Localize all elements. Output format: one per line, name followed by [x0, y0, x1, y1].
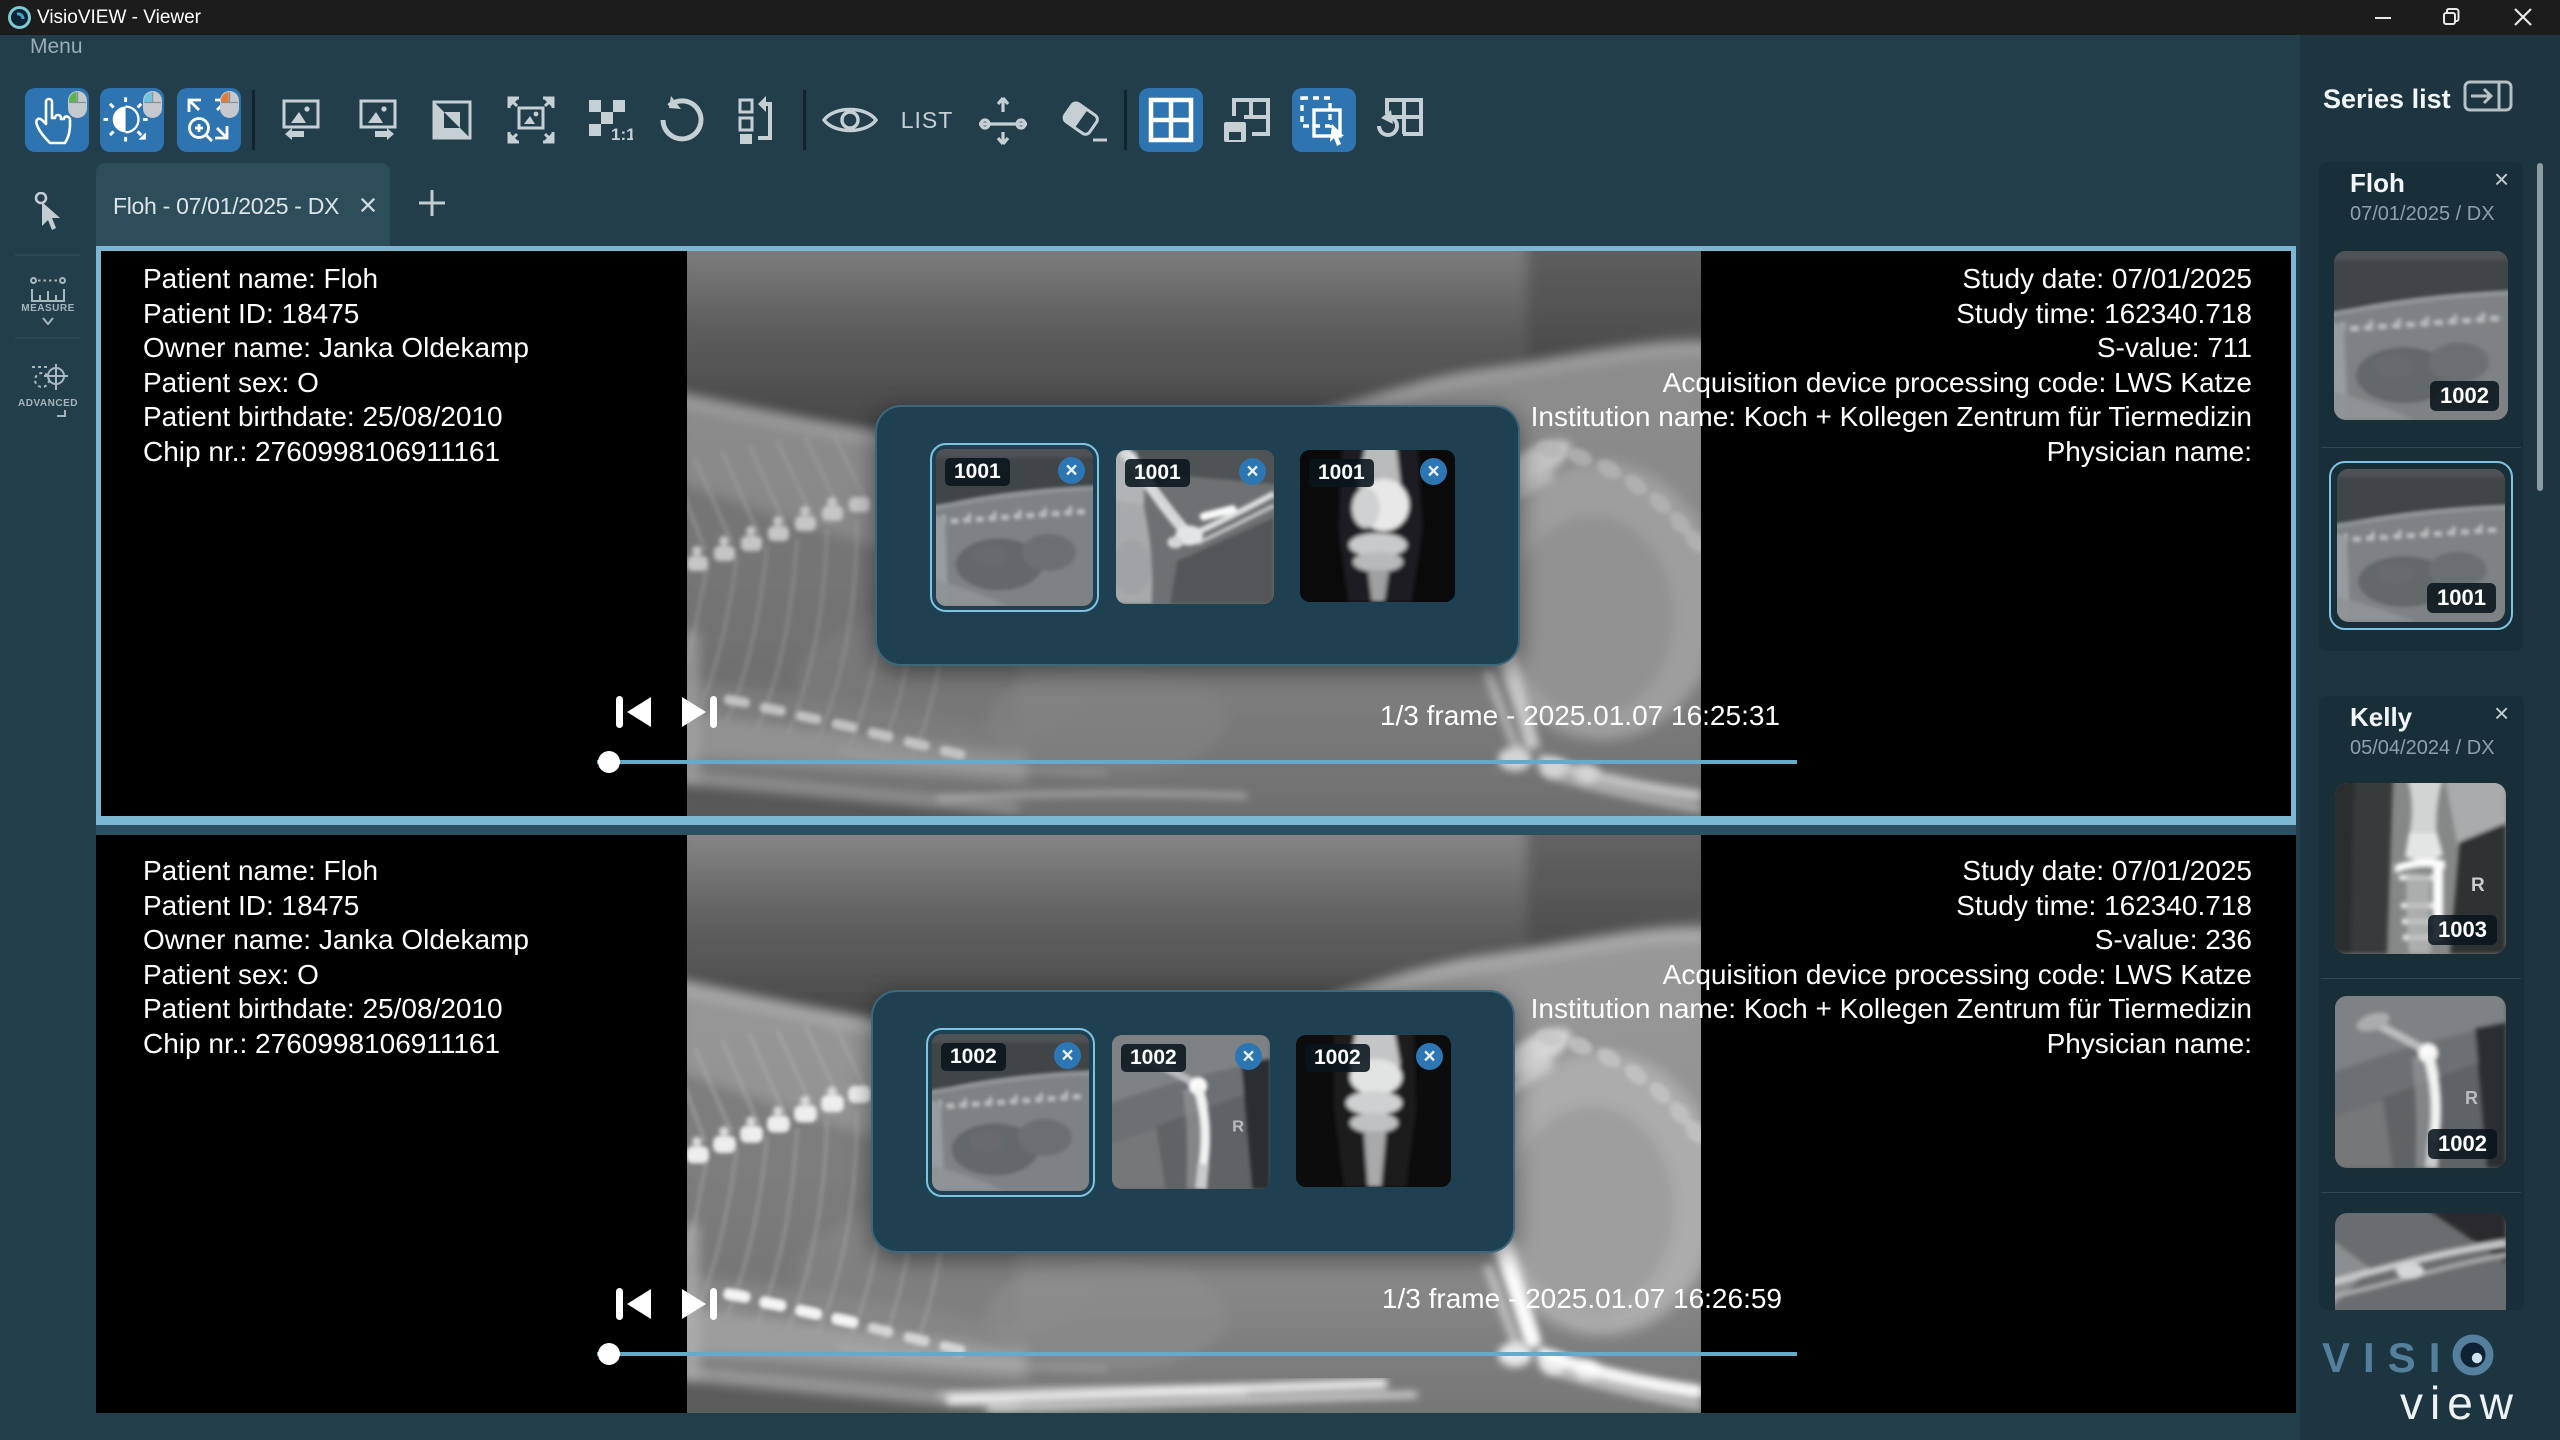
- svg-text:1:1: 1:1: [611, 125, 633, 144]
